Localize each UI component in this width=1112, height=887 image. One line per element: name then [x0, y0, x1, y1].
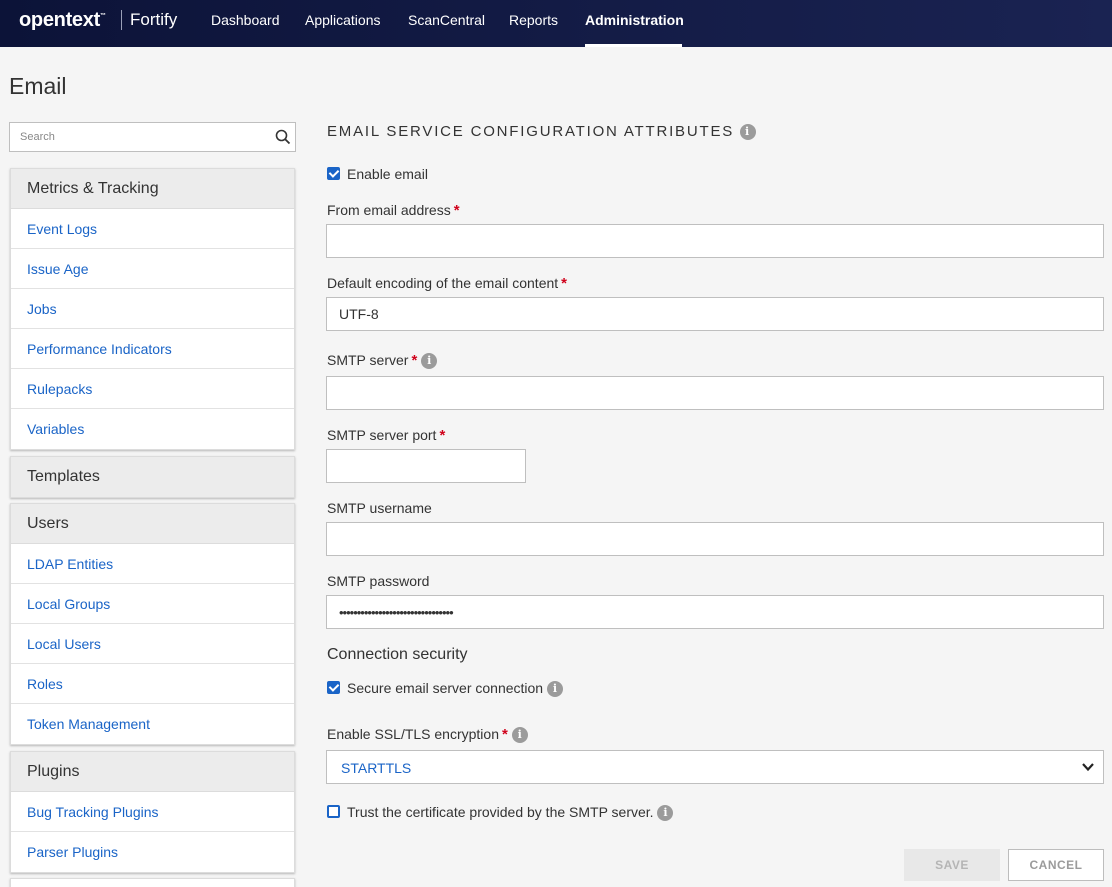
- sidebar-item-event-logs[interactable]: Event Logs: [11, 209, 294, 249]
- smtp-password-field[interactable]: [326, 595, 1104, 629]
- opentext-logo[interactable]: opentext™: [19, 9, 106, 32]
- sidebar-group-users: Users LDAP Entities Local Groups Local U…: [10, 503, 295, 745]
- cancel-button[interactable]: CANCEL: [1008, 849, 1104, 881]
- ssl-label: Enable SSL/TLS encryption * i: [327, 726, 528, 744]
- secure-connection-checkbox[interactable]: [327, 681, 340, 694]
- chevron-down-icon: [1082, 763, 1094, 772]
- sidebar-item-local-groups[interactable]: Local Groups: [11, 584, 294, 624]
- sidebar-item-variables[interactable]: Variables: [11, 409, 294, 449]
- info-icon[interactable]: i: [421, 353, 438, 370]
- sidebar-item-performance-indicators[interactable]: Performance Indicators: [11, 329, 294, 369]
- ssl-select-value: STARTTLS: [341, 760, 412, 776]
- nav-scancentral[interactable]: ScanCentral: [408, 12, 485, 28]
- sidebar-group-plugins: Plugins Bug Tracking Plugins Parser Plug…: [10, 751, 295, 873]
- required-mark: *: [411, 352, 418, 369]
- enable-email-label: Enable email: [347, 166, 428, 182]
- info-icon[interactable]: i: [547, 681, 563, 698]
- trust-certificate-checkbox[interactable]: [327, 805, 340, 818]
- sidebar-search: [9, 122, 296, 152]
- sidebar-item-local-users[interactable]: Local Users: [11, 624, 294, 664]
- smtp-server-field[interactable]: [326, 376, 1104, 410]
- page-title: Email: [9, 73, 67, 99]
- info-icon[interactable]: i: [740, 124, 757, 141]
- search-input[interactable]: [10, 123, 270, 151]
- ssl-select[interactable]: STARTTLS: [326, 750, 1104, 784]
- smtp-username-label: SMTP username: [327, 500, 432, 516]
- required-mark: *: [561, 275, 567, 292]
- sidebar-group-metrics: Metrics & Tracking Event Logs Issue Age …: [10, 168, 295, 450]
- smtp-username-field[interactable]: [326, 522, 1104, 556]
- sidebar-item-rulepacks[interactable]: Rulepacks: [11, 369, 294, 409]
- info-icon[interactable]: i: [511, 727, 528, 744]
- sidebar-group-next: [10, 878, 295, 887]
- smtp-port-label: SMTP server port *: [327, 427, 446, 444]
- group-header-metrics[interactable]: Metrics & Tracking: [11, 169, 294, 209]
- nav-reports[interactable]: Reports: [509, 12, 558, 28]
- enable-email-checkbox[interactable]: [327, 167, 340, 180]
- top-nav-bar: opentext™ Fortify Dashboard Applications…: [0, 0, 1112, 47]
- smtp-server-label: SMTP server * i: [327, 352, 438, 370]
- group-header-users[interactable]: Users: [11, 504, 294, 544]
- product-name: Fortify: [130, 10, 178, 29]
- encoding-field[interactable]: [326, 297, 1104, 331]
- sidebar-item-token-management[interactable]: Token Management: [11, 704, 294, 744]
- nav-dashboard[interactable]: Dashboard: [211, 12, 280, 28]
- from-email-field[interactable]: [326, 224, 1104, 258]
- sidebar-item-parser-plugins[interactable]: Parser Plugins: [11, 832, 294, 872]
- sidebar-group-templates: Templates: [10, 456, 295, 498]
- required-mark: *: [502, 726, 508, 743]
- info-icon[interactable]: i: [657, 805, 674, 822]
- section-title: EMAIL SERVICE CONFIGURATION ATTRIBUTES i: [327, 123, 757, 141]
- connection-security-heading: Connection security: [327, 646, 468, 663]
- active-nav-indicator: [585, 44, 682, 47]
- nav-administration[interactable]: Administration: [585, 12, 684, 28]
- nav-applications[interactable]: Applications: [305, 12, 381, 28]
- brand-divider: [121, 10, 122, 30]
- sidebar-item-issue-age[interactable]: Issue Age: [11, 249, 294, 289]
- group-header-templates[interactable]: Templates: [11, 457, 294, 497]
- sidebar-item-roles[interactable]: Roles: [11, 664, 294, 704]
- save-button[interactable]: SAVE: [904, 849, 1000, 881]
- smtp-port-field[interactable]: [326, 449, 526, 483]
- secure-connection-label: Secure email server connection i: [347, 680, 563, 698]
- encoding-label: Default encoding of the email content *: [327, 275, 567, 292]
- from-email-label: From email address *: [327, 202, 460, 219]
- sidebar-item-bug-tracking-plugins[interactable]: Bug Tracking Plugins: [11, 792, 294, 832]
- smtp-password-label: SMTP password: [327, 573, 430, 589]
- required-mark: *: [439, 427, 446, 444]
- group-header-plugins[interactable]: Plugins: [11, 752, 294, 792]
- search-icon[interactable]: [275, 129, 291, 145]
- required-mark: *: [453, 202, 460, 219]
- sidebar-item-ldap-entities[interactable]: LDAP Entities: [11, 544, 294, 584]
- trust-certificate-label: Trust the certificate provided by the SM…: [347, 804, 674, 822]
- sidebar-item-jobs[interactable]: Jobs: [11, 289, 294, 329]
